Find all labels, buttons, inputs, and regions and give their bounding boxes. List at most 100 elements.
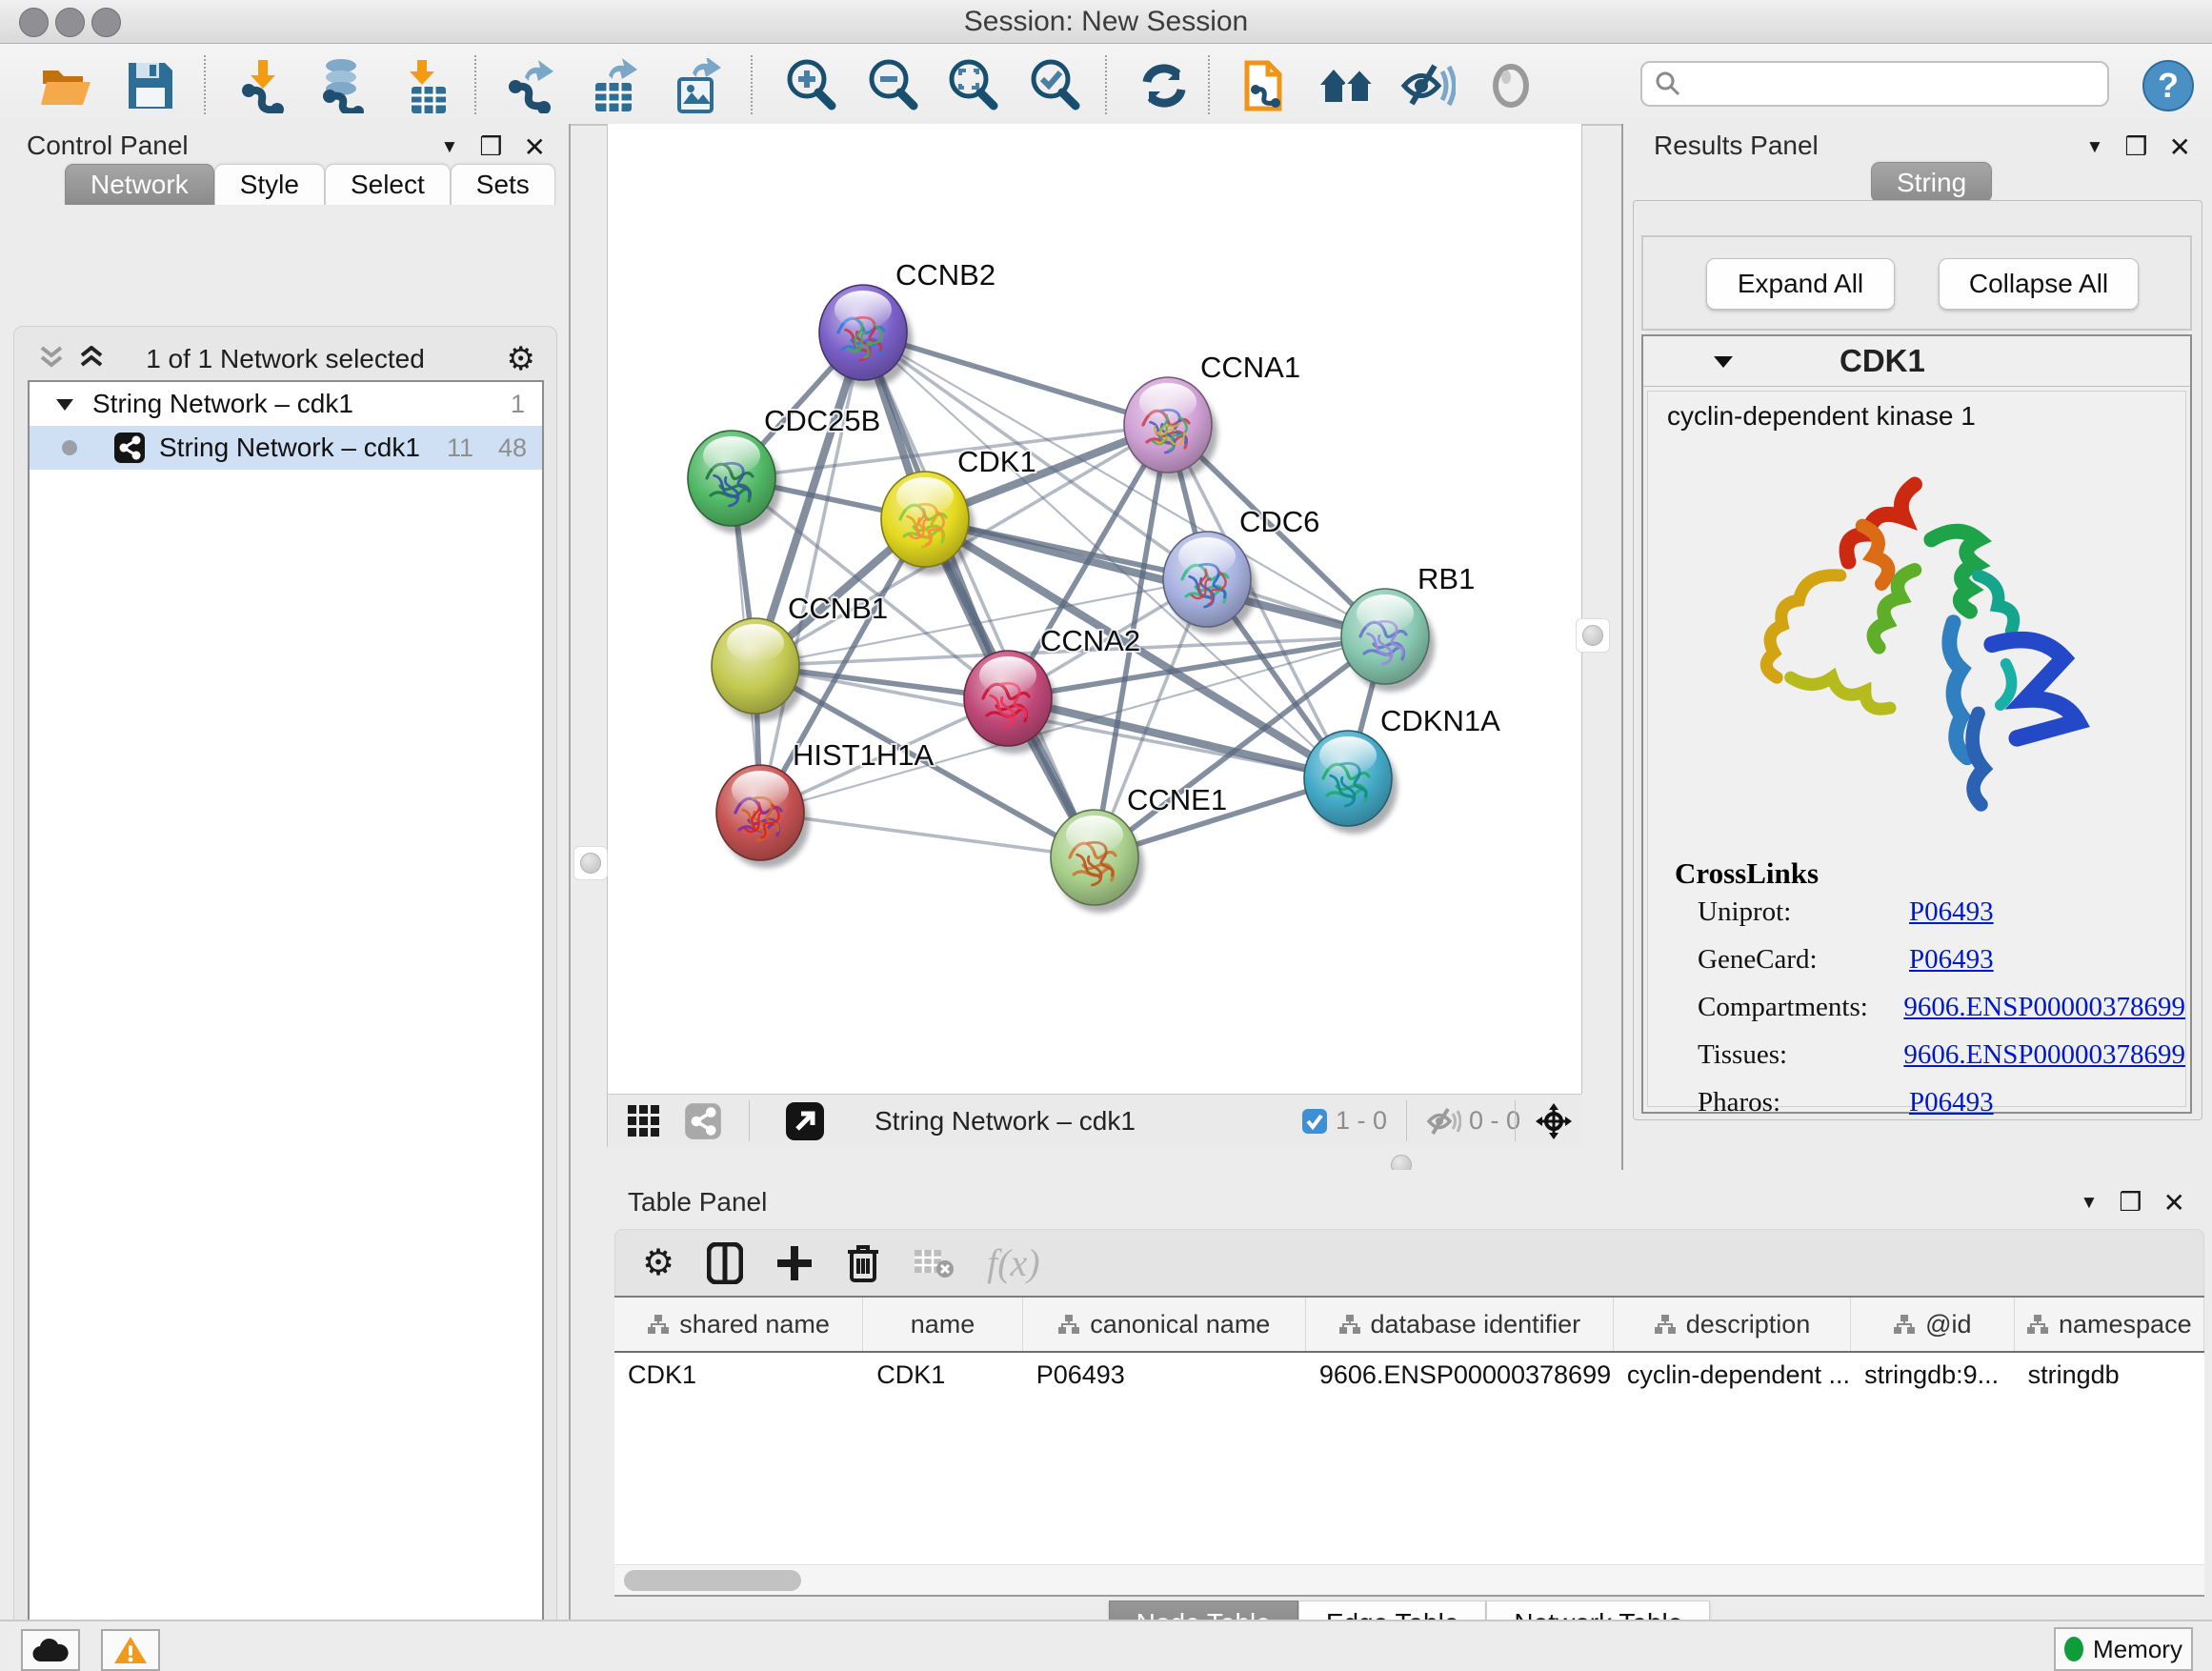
gene-entry-header[interactable]: CDK1 <box>1643 336 2190 387</box>
control-panel-tab-network[interactable]: Network <box>65 164 214 205</box>
results-tab-string[interactable]: String <box>1871 162 1992 203</box>
expand-all-button[interactable]: Expand All <box>1706 258 1895 310</box>
hidden-items-indicator[interactable]: 0 - 0 <box>1425 1095 1520 1147</box>
import-network-database-button[interactable] <box>314 57 372 114</box>
network-overview-button[interactable] <box>684 1095 722 1147</box>
column-header--id[interactable]: @id <box>1851 1298 2014 1351</box>
open-folder-icon <box>39 63 94 109</box>
table-cell[interactable]: CDK1 <box>614 1353 863 1397</box>
network-node-CCNA1[interactable]: CCNA1 <box>1124 351 1300 480</box>
table-cell[interactable]: stringdb:9... <box>1851 1353 2015 1397</box>
table-settings-gear-icon[interactable]: ⚙ <box>642 1241 674 1284</box>
search-input[interactable] <box>1682 69 2096 100</box>
memory-button[interactable]: Memory <box>2054 1627 2193 1671</box>
left-splitter-handle[interactable] <box>573 846 608 880</box>
column-header-shared-name[interactable]: shared name <box>614 1298 863 1351</box>
import-network-file-button[interactable] <box>234 57 292 114</box>
node-label-CDKN1A: CDKN1A <box>1380 704 1500 737</box>
network-canvas[interactable]: CCNB2CCNA1CDC25BCDK1CDC6RB1CCNB1CCNA2CDK… <box>607 124 1582 1094</box>
import-table-file-button[interactable] <box>396 57 453 114</box>
help-button[interactable]: ? <box>2140 57 2197 114</box>
export-image-button[interactable] <box>667 57 724 114</box>
help-icon: ? <box>2142 59 2195 112</box>
export-network-button[interactable] <box>503 57 560 114</box>
panel-menu-icon[interactable]: ▼ <box>2086 137 2104 158</box>
tree-expander-icon[interactable] <box>54 395 75 413</box>
open-session-url-button[interactable] <box>1237 57 1294 114</box>
table-cell[interactable]: CDK1 <box>863 1353 1023 1397</box>
table-horizontal-scrollbar[interactable] <box>614 1564 2204 1596</box>
show-all-button[interactable] <box>1482 57 1539 114</box>
column-header-description[interactable]: description <box>1614 1298 1851 1351</box>
control-panel-tab-select[interactable]: Select <box>325 164 451 205</box>
zoom-in-button[interactable] <box>783 57 840 114</box>
home-button[interactable] <box>1318 57 1376 114</box>
network-edge-HIST1H1A-CCNE1[interactable] <box>760 813 1095 857</box>
node-label-CDC6: CDC6 <box>1239 505 1319 538</box>
warning-icon <box>113 1635 148 1665</box>
show-columns-icon[interactable] <box>707 1242 743 1284</box>
save-session-button[interactable] <box>122 57 179 114</box>
crosslink-link[interactable]: 9606.ENSP00000378699 <box>1903 992 2185 1023</box>
panel-close-icon[interactable]: ✕ <box>2169 131 2191 163</box>
network-options-gear-icon[interactable]: ⚙ <box>507 340 535 378</box>
panel-float-icon[interactable]: ❒ <box>2119 1188 2142 1218</box>
panel-menu-icon[interactable]: ▼ <box>441 137 459 158</box>
network-collection-row[interactable]: String Network – cdk1 1 <box>30 382 542 426</box>
zoom-out-icon <box>866 58 921 113</box>
collapse-all-button[interactable]: Collapse All <box>1939 258 2139 310</box>
table-cell[interactable]: cyclin-dependent ... <box>1614 1353 1851 1397</box>
crosslink-link[interactable]: P06493 <box>1909 944 1994 976</box>
control-panel-title: Control Panel <box>27 131 189 161</box>
column-header-canonical-name[interactable]: canonical name <box>1023 1298 1306 1351</box>
table-cell[interactable]: stringdb <box>2015 1353 2204 1397</box>
network-row-selected[interactable]: String Network – cdk1 11 48 <box>30 426 542 470</box>
refresh-button[interactable] <box>1136 57 1193 114</box>
panel-float-icon[interactable]: ❒ <box>479 132 502 162</box>
export-table-button[interactable] <box>585 57 642 114</box>
network-node-CCNB2[interactable]: CCNB2 <box>819 258 995 388</box>
add-column-icon[interactable] <box>775 1244 814 1282</box>
network-node-CDC25B[interactable]: CDC25B <box>688 404 880 534</box>
zoom-fit-button[interactable] <box>945 57 1002 114</box>
crosslink-link[interactable]: P06493 <box>1909 896 1994 928</box>
network-node-RB1[interactable]: RB1 <box>1341 562 1475 692</box>
function-builder-icon-disabled: f(x) <box>987 1240 1040 1285</box>
network-node-HIST1H1A[interactable]: HIST1H1A <box>716 738 934 868</box>
search-icon <box>1654 70 1682 98</box>
selected-nodes-indicator[interactable]: 1 - 0 <box>1301 1095 1387 1147</box>
edge-count: 48 <box>498 433 527 463</box>
hide-selected-button[interactable] <box>1398 57 1456 114</box>
panel-close-icon[interactable]: ✕ <box>2163 1187 2185 1218</box>
delete-column-trash-icon[interactable] <box>846 1242 880 1284</box>
section-expander-icon[interactable] <box>1712 352 1735 370</box>
network-node-CDKN1A[interactable]: CDKN1A <box>1304 704 1500 834</box>
node-gloss <box>703 436 760 474</box>
cloud-status-button[interactable] <box>21 1629 80 1671</box>
panel-float-icon[interactable]: ❒ <box>2124 132 2147 162</box>
crosslink-link[interactable]: 9606.ENSP00000378699 <box>1903 1039 2185 1071</box>
birds-eye-toggle-button[interactable] <box>627 1095 661 1147</box>
pan-mode-button[interactable] <box>1534 1095 1574 1147</box>
panel-menu-icon[interactable]: ▼ <box>2081 1193 2099 1214</box>
column-header-name[interactable]: name <box>863 1298 1023 1351</box>
zoom-selected-button[interactable] <box>1027 57 1084 114</box>
control-panel-tab-style[interactable]: Style <box>214 164 325 205</box>
warnings-button[interactable] <box>101 1629 160 1671</box>
table-cell[interactable]: 9606.ENSP00000378699 <box>1306 1353 1614 1397</box>
column-header-namespace[interactable]: namespace <box>2015 1298 2204 1351</box>
control-panel-tab-sets[interactable]: Sets <box>451 164 555 205</box>
column-header-database-identifier[interactable]: database identifier <box>1306 1298 1614 1351</box>
network-edge-CCNB2-CCNE1[interactable] <box>863 332 1095 857</box>
crosslink-link[interactable]: P06493 <box>1909 1087 1994 1118</box>
network-node-CCNB1[interactable]: CCNB1 <box>712 592 888 721</box>
open-session-button[interactable] <box>38 57 95 114</box>
zoom-out-button[interactable] <box>865 57 922 114</box>
panel-close-icon[interactable]: ✕ <box>524 131 546 163</box>
table-cell[interactable]: P06493 <box>1023 1353 1306 1397</box>
scrollbar-thumb[interactable] <box>624 1570 801 1591</box>
goto-network-button[interactable] <box>785 1095 825 1147</box>
table-row[interactable]: CDK1CDK1P064939606.ENSP00000378699cyclin… <box>614 1353 2204 1397</box>
right-splitter-handle[interactable] <box>1576 618 1610 653</box>
network-node-CCNE1[interactable]: CCNE1 <box>1051 783 1227 913</box>
